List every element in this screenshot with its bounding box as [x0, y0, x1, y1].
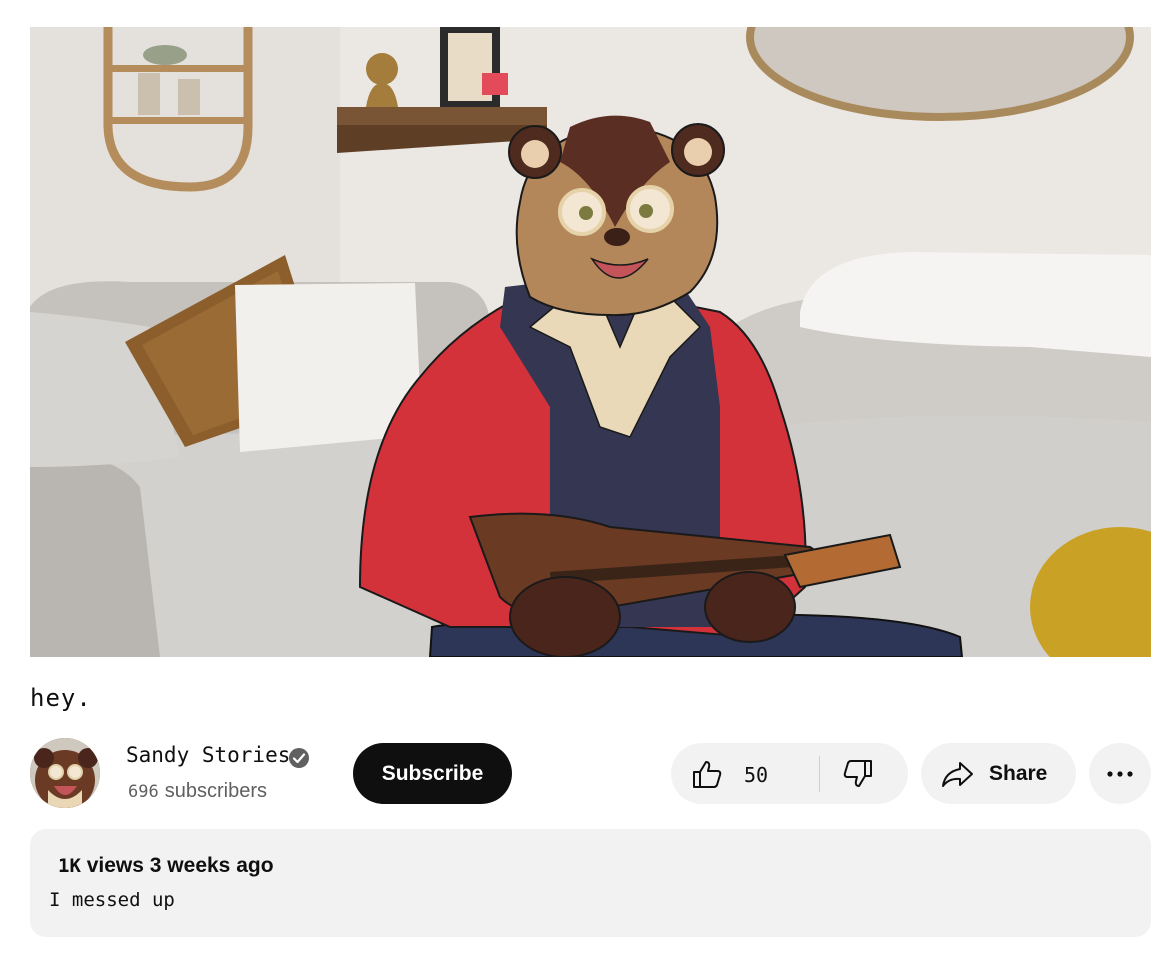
dislike-button[interactable]: [820, 743, 908, 804]
subscriber-number: 696: [128, 782, 159, 802]
like-count: 50: [744, 763, 769, 787]
thumbs-up-icon: [693, 761, 722, 788]
subscriber-label: subscribers: [164, 780, 267, 802]
thumbs-down-icon: [843, 760, 872, 787]
subscriber-count: 696 subscribers: [128, 780, 267, 803]
upload-date: 3 weeks ago: [149, 854, 274, 877]
video-frame: [30, 27, 1151, 657]
view-date-meta: 1K views 3 weeks ago: [58, 854, 274, 878]
channel-avatar[interactable]: [30, 738, 100, 808]
view-count: 1K: [58, 855, 81, 877]
channel-action-row: Sandy Stories 696 subscribers Subscribe 5…: [30, 738, 1151, 808]
description-text: I messed up: [49, 889, 175, 911]
share-arrow-icon: [942, 762, 973, 787]
video-player[interactable]: [30, 27, 1151, 657]
channel-name[interactable]: Sandy Stories: [126, 743, 290, 767]
like-button[interactable]: 50: [671, 743, 819, 804]
verified-check-icon: [289, 748, 309, 768]
share-label: Share: [989, 762, 1048, 785]
subscribe-button[interactable]: Subscribe: [353, 743, 512, 804]
more-horizontal-icon: [1107, 771, 1133, 777]
share-button[interactable]: Share: [921, 743, 1076, 804]
avatar-image: [30, 738, 100, 808]
more-actions-button[interactable]: [1089, 743, 1151, 804]
description-box[interactable]: 1K views 3 weeks ago I messed up: [30, 829, 1151, 937]
video-title: hey.: [30, 684, 92, 712]
like-dislike-group: 50: [671, 743, 908, 804]
views-label: views: [86, 854, 144, 877]
